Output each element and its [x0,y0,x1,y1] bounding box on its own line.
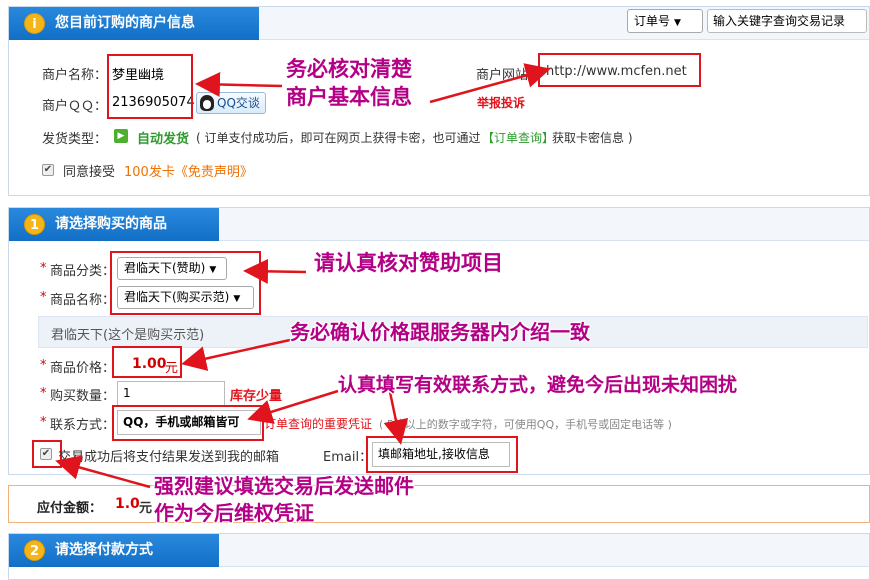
ship-desc-1: ( 订单支付成功后，即可在网页上获得卡密，也可通过 [196,131,481,145]
ship-type-label: 发货类型： [42,132,108,147]
payment-panel: 2 请选择付款方式 [8,533,870,580]
total-value: 1.0 [115,496,140,512]
email-check-text: 交易成功后将支付结果发送到我的邮箱 [58,450,280,465]
required-mark: * [40,290,47,305]
product-name-label: 商品名称： [50,293,116,308]
merchant-highlight-box [107,54,193,119]
product-title: 请选择购买的商品 [55,216,167,232]
query-input[interactable]: 输入关键字查询交易记录 [707,9,867,33]
required-mark: * [40,358,47,373]
email-highlight-box [366,436,518,473]
merchant-site-label: 商户网站： [476,68,542,83]
merchant-tab: i 您目前订购的商户信息 [9,7,259,40]
qq-penguin-icon [200,94,214,111]
order-query-link[interactable]: 【订单查询】 [482,129,554,146]
total-unit: 元 [139,501,153,516]
product-tab: 1 请选择购买的商品 [9,208,219,241]
product-highlight-box [110,251,261,315]
price-highlight-box [112,346,182,378]
payment-panel-header: 2 请选择付款方式 [9,534,869,567]
qty-input[interactable]: 1 [117,381,225,406]
category-label: 商品分类： [50,264,116,279]
report-link[interactable]: 举报投诉 [477,94,525,111]
merchant-name-label: 商户名称： [42,68,108,83]
required-mark: * [40,261,47,276]
total-label: 应付金额： [37,501,103,516]
product-desc: 君临天下(这个是购买示范) [51,328,205,343]
contact-hint-red: 订单查询的重要凭证 [264,417,373,431]
price-label: 商品价格： [50,361,116,376]
contact-label: 联系方式： [50,418,116,433]
agree-text: 同意接受 [63,165,116,180]
disclaimer-link[interactable]: 100发卡《免责声明》 [124,161,253,180]
annotation-merchant: 务必核对清楚 商户基本信息 [286,56,412,109]
qty-label: 购买数量： [50,389,116,404]
annotation-category: 请认真核对赞助项目 [314,250,503,275]
stock-text: 库存少量 [230,389,283,404]
annotation-email: 强烈建议填选交易后发送邮件 作为今后维权凭证 [154,474,414,525]
contact-highlight-box [112,405,264,441]
product-panel-header: 1 请选择购买的商品 [9,208,869,241]
payment-tab: 2 请选择付款方式 [9,534,219,567]
contact-hint-gray: ( 5位以上的数字或字符，可使用QQ，手机号或固定电话等 ) [379,418,672,431]
required-mark: * [40,386,47,401]
required-mark: * [40,415,47,430]
step-one-icon: 1 [24,214,45,235]
email-label: Email： [323,450,373,465]
merchant-title: 您目前订购的商户信息 [55,15,195,31]
agree-checkbox[interactable]: ✔ [42,164,54,176]
ship-desc-2: 获取卡密信息 ) [552,131,633,145]
site-highlight-box [538,53,701,87]
info-icon: i [24,13,45,34]
query-type-select[interactable]: 订单号 ▼ [627,9,703,33]
annotation-contact: 认真填写有效联系方式，避免今后出现未知困扰 [338,374,738,396]
annotation-price: 务必确认价格跟服务器内介绍一致 [290,320,590,344]
merchant-qq-label: 商户ＱＱ： [42,99,108,114]
auto-ship-icon: ▶ [114,129,128,143]
ship-type-value: 自动发货 [137,132,190,147]
chevron-down-icon: ▼ [674,18,681,28]
total-bar: 应付金额： 1.0 元 [8,485,870,523]
step-two-icon: 2 [24,540,45,561]
qq-chat-button[interactable]: QQ交谈 [196,92,266,114]
payment-title: 请选择付款方式 [55,542,153,558]
